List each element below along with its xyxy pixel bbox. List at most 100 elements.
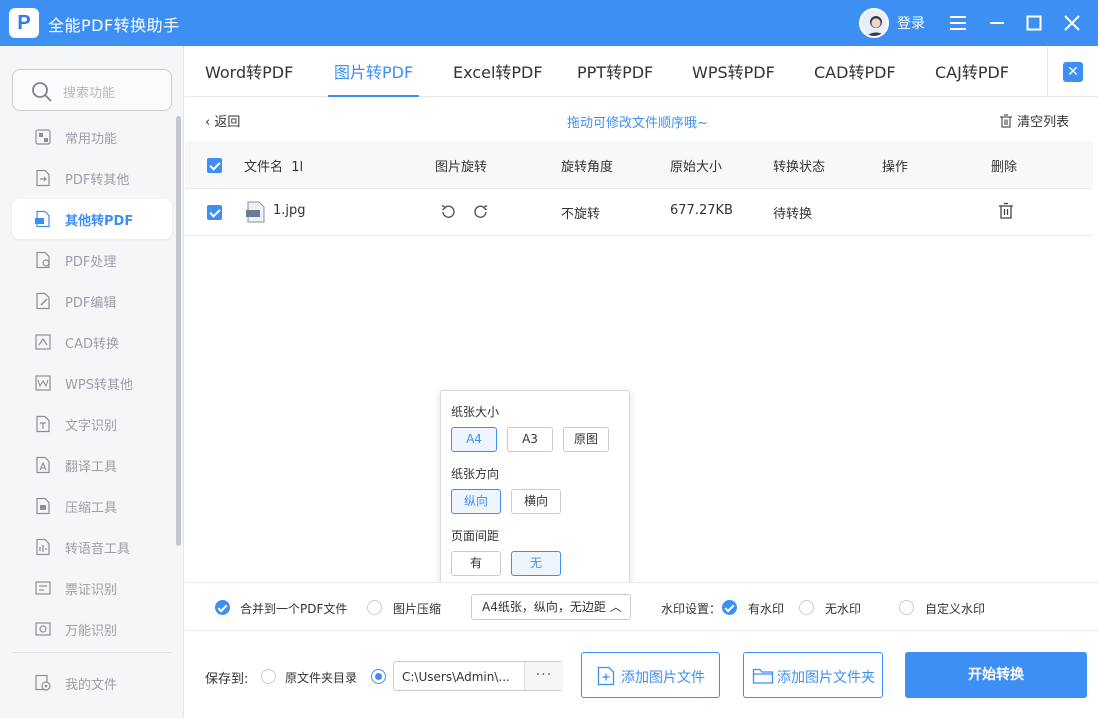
tab-word-pdf[interactable]: Word转PDF <box>205 46 293 97</box>
margin-no-button[interactable]: 无 <box>511 551 561 576</box>
clear-list-label: 清空列表 <box>1017 115 1070 130</box>
watermark-label: 水印设置： <box>661 602 722 616</box>
compress-icon <box>36 497 50 515</box>
merge-pdf-checkbox[interactable] <box>215 600 230 615</box>
rotate-right-icon[interactable] <box>472 203 490 221</box>
sidebar-item-label: 常用功能 <box>65 132 118 147</box>
margin-yes-button[interactable]: 有 <box>451 551 501 576</box>
maximize-icon[interactable] <box>1023 12 1045 34</box>
watermark-on-label: 有水印 <box>748 602 785 616</box>
browse-button[interactable]: ··· <box>524 662 563 690</box>
row-checkbox[interactable] <box>207 205 222 220</box>
sort-icon[interactable]: 1l <box>291 160 303 175</box>
header-angle: 旋转角度 <box>561 160 614 175</box>
chevron-left-icon: ‹ <box>205 115 215 130</box>
margin-label: 页面间距 <box>451 529 500 543</box>
clear-list-button[interactable]: 清空列表 <box>999 111 1069 130</box>
sidebar-item-other-to-pdf[interactable]: 其他转PDF <box>12 199 172 239</box>
sidebar-item-label: PDF编辑 <box>65 296 117 311</box>
sidebar-item-universal[interactable]: 万能识别 <box>12 609 172 649</box>
tab-cad-pdf[interactable]: CAD转PDF <box>814 46 896 97</box>
landscape-button[interactable]: 横向 <box>511 489 561 514</box>
select-all-checkbox[interactable] <box>207 158 222 173</box>
rotate-left-icon[interactable] <box>439 203 457 221</box>
pdf-to-other-icon <box>36 169 50 187</box>
sidebar-item-label: 其他转PDF <box>65 214 134 229</box>
custom-dir-radio[interactable] <box>371 669 386 684</box>
paper-setting-value: A4纸张，纵向，无边距 <box>482 600 606 614</box>
tab-ppt-pdf[interactable]: PPT转PDF <box>577 46 653 97</box>
sidebar-scrollbar[interactable] <box>176 116 181 546</box>
delete-icon[interactable] <box>998 202 1014 220</box>
sidebar-item-translate[interactable]: 翻译工具 <box>12 445 172 485</box>
table-row[interactable]: 1.jpg 不旋转 677.27KB 待转换 <box>185 189 1093 236</box>
my-files-icon <box>35 674 51 691</box>
title-bar: P 全能PDF转换助手 登录 <box>0 0 1098 46</box>
header-status: 转换状态 <box>773 160 826 175</box>
login-link[interactable]: 登录 <box>897 13 925 33</box>
paper-a4-button[interactable]: A4 <box>451 427 497 452</box>
orientation-label: 纸张方向 <box>451 467 500 481</box>
merge-pdf-label: 合并到一个PDF文件 <box>240 602 348 616</box>
sidebar-item-compress[interactable]: 压缩工具 <box>12 486 172 526</box>
sidebar-item-cad[interactable]: CAD转换 <box>12 322 172 362</box>
portrait-button[interactable]: 纵向 <box>451 489 501 514</box>
orig-dir-radio[interactable] <box>261 669 276 684</box>
start-convert-button[interactable]: 开始转换 <box>905 652 1087 698</box>
folder-icon <box>752 668 774 684</box>
sidebar-item-pdf-edit[interactable]: PDF编辑 <box>12 281 172 321</box>
tab-excel-pdf[interactable]: Excel转PDF <box>453 46 543 97</box>
add-file-label: 添加图片文件 <box>621 670 705 686</box>
sidebar-item-common[interactable]: 常用功能 <box>12 117 172 157</box>
convert-status: 待转换 <box>773 207 813 222</box>
search-placeholder: 搜索功能 <box>63 86 116 101</box>
compress-checkbox[interactable] <box>367 600 382 615</box>
search-input[interactable]: 搜索功能 <box>12 69 172 111</box>
sidebar-item-label: 票证识别 <box>65 583 118 598</box>
avatar[interactable] <box>859 8 889 38</box>
add-image-file-button[interactable]: 添加图片文件 <box>581 652 720 698</box>
file-name: 1.jpg <box>273 203 306 218</box>
close-icon[interactable] <box>1061 12 1083 34</box>
tab-caj-pdf[interactable]: CAJ转PDF <box>935 46 1009 97</box>
header-action: 操作 <box>882 160 909 175</box>
back-button[interactable]: ‹ 返回 <box>205 111 240 130</box>
translate-icon <box>36 456 50 474</box>
watermark-on-radio[interactable] <box>722 600 737 615</box>
app-logo: P <box>9 8 39 38</box>
header-size: 原始大小 <box>670 160 723 175</box>
paper-a3-button[interactable]: A3 <box>507 427 553 452</box>
drag-hint: 拖动可修改文件顺序哦~ <box>567 116 708 131</box>
sidebar-item-wps[interactable]: WPS转其他 <box>12 363 172 403</box>
menu-icon[interactable] <box>947 12 969 34</box>
tab-close-button[interactable]: ✕ <box>1047 46 1098 97</box>
tab-image-pdf[interactable]: 图片转PDF <box>327 46 420 97</box>
chevron-up-icon: ︿ <box>609 600 622 614</box>
header-rotate: 图片旋转 <box>435 160 488 175</box>
paper-setting-dropdown[interactable]: A4纸张，纵向，无边距 ︿ <box>471 594 631 620</box>
header-filename[interactable]: 文件名 1l <box>244 156 303 175</box>
sidebar-item-label: CAD转换 <box>65 337 119 352</box>
paper-original-button[interactable]: 原图 <box>563 427 609 452</box>
sidebar-item-ticket[interactable]: 票证识别 <box>12 568 172 608</box>
sidebar-item-pdf-process[interactable]: PDF处理 <box>12 240 172 280</box>
save-path-field[interactable]: C:\Users\Admin\... ··· <box>393 661 563 691</box>
sidebar-item-speech[interactable]: 转语音工具 <box>12 527 172 567</box>
minimize-icon[interactable] <box>986 12 1008 34</box>
add-image-folder-button[interactable]: 添加图片文件夹 <box>743 652 883 698</box>
sidebar-item-my-files[interactable]: 我的文件 <box>12 663 172 703</box>
sidebar-item-pdf-to-other[interactable]: PDF转其他 <box>12 158 172 198</box>
sidebar-item-label: 我的文件 <box>65 678 118 693</box>
watermark-custom-radio[interactable] <box>899 600 914 615</box>
sidebar-item-label: 压缩工具 <box>65 501 118 516</box>
paper-setting-popup: 纸张大小 A4 A3 原图 纸张方向 纵向 横向 页面间距 有 无 <box>440 390 630 589</box>
save-path-value: C:\Users\Admin\... <box>402 670 510 684</box>
watermark-custom-label: 自定义水印 <box>925 602 986 616</box>
tab-wps-pdf[interactable]: WPS转PDF <box>692 46 775 97</box>
sidebar-item-label: 转语音工具 <box>65 542 131 557</box>
watermark-off-radio[interactable] <box>799 600 814 615</box>
rotate-angle: 不旋转 <box>561 207 601 222</box>
sidebar-divider <box>12 652 172 653</box>
speech-icon <box>36 538 50 556</box>
sidebar-item-ocr[interactable]: 文字识别 <box>12 404 172 444</box>
